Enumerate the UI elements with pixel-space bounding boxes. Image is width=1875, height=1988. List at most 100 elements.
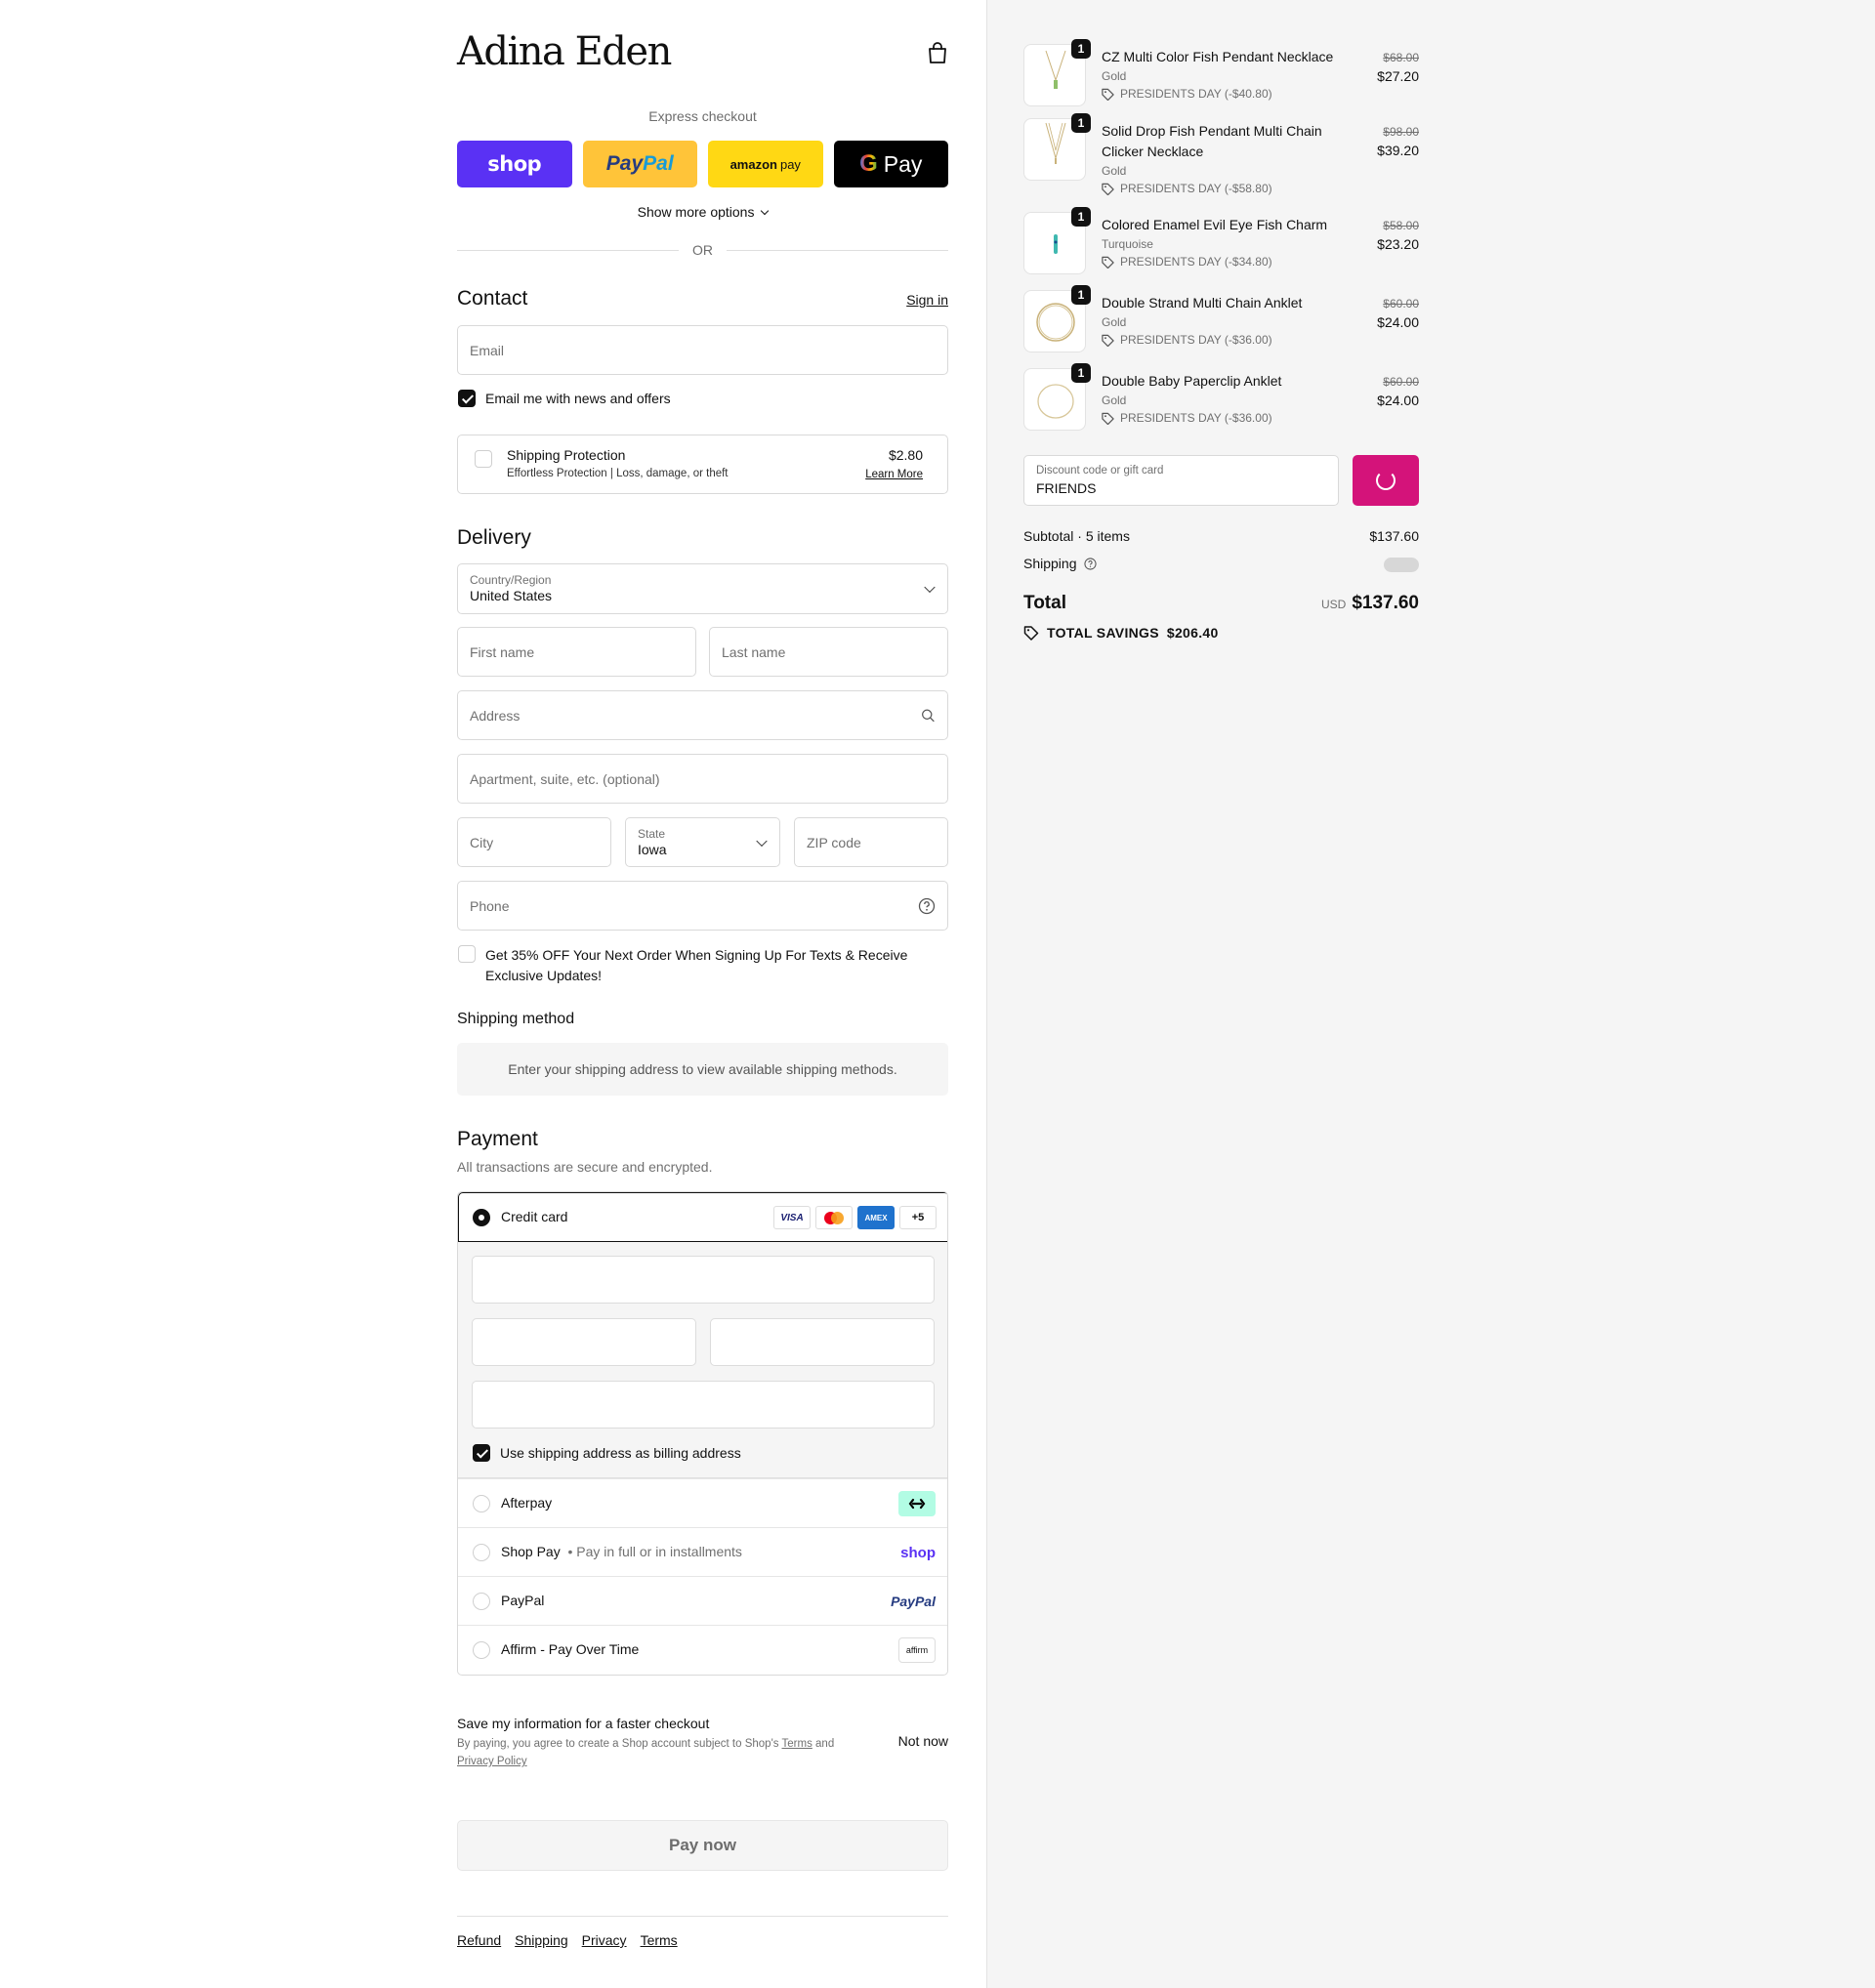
more-cards-text: +5 [911, 1212, 925, 1223]
show-more-options-label: Show more options [637, 204, 755, 220]
subtotal-row: Subtotal · 5 items $137.60 [1023, 528, 1419, 544]
paypal-logo-text: PayPal [891, 1594, 936, 1609]
help-icon[interactable] [1084, 558, 1097, 570]
billing-same-checkbox[interactable] [473, 1444, 490, 1462]
product-discount: PRESIDENTS DAY (-$40.80) [1102, 87, 1272, 101]
sms-offer-checkbox[interactable] [458, 945, 476, 963]
amex-text: AMEX [864, 1213, 888, 1222]
currency-code: USD [1320, 598, 1347, 611]
express-checkout-buttons: shop Pay Pal amazon pay G Pay [457, 141, 948, 187]
visa-icon: VISA [773, 1206, 811, 1229]
sms-offer-label: Get 35% OFF Your Next Order When Signing… [485, 947, 908, 983]
news-checkbox[interactable] [458, 390, 476, 407]
sign-in-link[interactable]: Sign in [906, 292, 948, 308]
shop-logo-text: shop [900, 1544, 936, 1561]
sale-price: $27.20 [1377, 68, 1419, 84]
help-icon[interactable] [918, 897, 936, 915]
shop-pay-sublabel: Pay in full or in installments [576, 1544, 742, 1559]
afterpay-radio[interactable] [473, 1495, 490, 1512]
tag-icon [1102, 412, 1114, 425]
sale-price: $24.00 [1377, 393, 1419, 408]
save-info-text: By paying, you agree to create a Shop ac… [457, 1735, 867, 1770]
quantity-badge: 1 [1071, 113, 1091, 133]
shipping-method-heading: Shipping method [457, 1011, 575, 1027]
payment-subtitle: All transactions are secure and encrypte… [457, 1159, 713, 1175]
shop-privacy-link[interactable]: Privacy Policy [457, 1756, 527, 1767]
show-more-options-button[interactable]: Show more options [457, 204, 948, 220]
refund-link[interactable]: Refund [457, 1932, 501, 1948]
tag-icon [1102, 88, 1114, 101]
original-price: $60.00 [1383, 375, 1419, 389]
shop-pay-radio[interactable] [473, 1544, 490, 1561]
save-info-and: and [812, 1738, 835, 1750]
shop-pay-button[interactable]: shop [457, 141, 572, 187]
shipping-protection-box: Shipping Protection Effortless Protectio… [457, 435, 948, 494]
google-pay-button[interactable]: G Pay [833, 141, 948, 187]
product-discount: PRESIDENTS DAY (-$36.00) [1102, 333, 1272, 347]
shipping-link[interactable]: Shipping [515, 1932, 568, 1948]
paypal-option[interactable]: PayPal PayPal [458, 1576, 947, 1625]
phone-field[interactable]: Phone [457, 881, 948, 931]
express-checkout-label: Express checkout [648, 108, 757, 124]
shop-pay-option[interactable]: Shop Pay • Pay in full or in installment… [458, 1527, 947, 1576]
shop-terms-link[interactable]: Terms [782, 1738, 812, 1750]
product-name: Double Baby Paperclip Anklet [1102, 373, 1282, 389]
affirm-option-label: Affirm - Pay Over Time [501, 1641, 640, 1657]
terms-link[interactable]: Terms [641, 1932, 678, 1948]
state-value: Iowa [638, 842, 667, 857]
security-code-field[interactable] [710, 1318, 935, 1366]
product-name: Double Strand Multi Chain Anklet [1102, 295, 1303, 311]
credit-card-option[interactable]: Credit card VISA AMEX +5 [458, 1192, 947, 1242]
tag-icon [1102, 256, 1114, 269]
zip-placeholder: ZIP code [807, 834, 861, 850]
not-now-button[interactable]: Not now [898, 1733, 948, 1749]
shipping-protection-checkbox[interactable] [475, 450, 492, 468]
news-checkbox-label: Email me with news and offers [485, 391, 671, 406]
product-variant: Gold [1102, 393, 1127, 407]
quantity-badge: 1 [1071, 363, 1091, 383]
shipping-protection-title: Shipping Protection [507, 447, 626, 463]
tag-icon [1102, 183, 1114, 195]
privacy-link[interactable]: Privacy [582, 1932, 627, 1948]
product-name: CZ Multi Color Fish Pendant Necklace [1102, 49, 1334, 64]
country-select[interactable]: Country/Region United States [457, 563, 948, 614]
quantity-badge: 1 [1071, 207, 1091, 227]
brand-logo[interactable]: Adina Eden [457, 29, 672, 74]
apartment-field[interactable]: Apartment, suite, etc. (optional) [457, 754, 948, 804]
product-variant: Turquoise [1102, 237, 1153, 251]
paypal-radio[interactable] [473, 1593, 490, 1610]
last-name-field[interactable]: Last name [709, 627, 948, 677]
zip-field[interactable]: ZIP code [794, 817, 948, 867]
product-image: 1 [1023, 207, 1091, 274]
address-field[interactable]: Address [457, 690, 948, 740]
afterpay-option[interactable]: Afterpay [458, 1478, 947, 1527]
name-on-card-field[interactable] [472, 1381, 935, 1429]
state-select[interactable]: State Iowa [625, 817, 780, 867]
country-label: Country/Region [470, 573, 552, 587]
product-discount-text: PRESIDENTS DAY (-$36.00) [1120, 333, 1272, 347]
affirm-radio[interactable] [473, 1641, 490, 1659]
first-name-field[interactable]: First name [457, 627, 696, 677]
tag-icon [1102, 334, 1114, 347]
affirm-option[interactable]: Affirm - Pay Over Time affirm [458, 1625, 947, 1674]
expiration-date-field[interactable] [472, 1318, 696, 1366]
city-placeholder: City [470, 834, 494, 850]
product-name: Solid Drop Fish Pendant Multi Chain Clic… [1102, 123, 1322, 159]
amazon-pay-button[interactable]: amazon pay [708, 141, 823, 187]
paypal-button[interactable]: Pay Pal [582, 141, 697, 187]
total-value-wrap: USD $137.60 [1321, 593, 1419, 614]
shopping-bag-icon[interactable] [927, 41, 948, 64]
shop-pay-option-label: Shop Pay [501, 1544, 561, 1559]
learn-more-link[interactable]: Learn More [865, 469, 923, 480]
apply-discount-button[interactable] [1353, 455, 1419, 506]
shop-logo-icon: shop [900, 1540, 936, 1565]
city-field[interactable]: City [457, 817, 611, 867]
payment-methods: Credit card VISA AMEX +5 Use shipping ad… [457, 1191, 948, 1676]
card-number-field[interactable] [472, 1256, 935, 1304]
shipping-loading-placeholder [1384, 558, 1419, 572]
loading-spinner-icon [1376, 471, 1396, 490]
discount-code-field[interactable]: Discount code or gift card FRIENDS [1023, 455, 1339, 506]
email-field[interactable]: Email [457, 325, 948, 375]
credit-card-radio[interactable] [473, 1209, 490, 1226]
pay-now-button[interactable]: Pay now [457, 1820, 948, 1871]
